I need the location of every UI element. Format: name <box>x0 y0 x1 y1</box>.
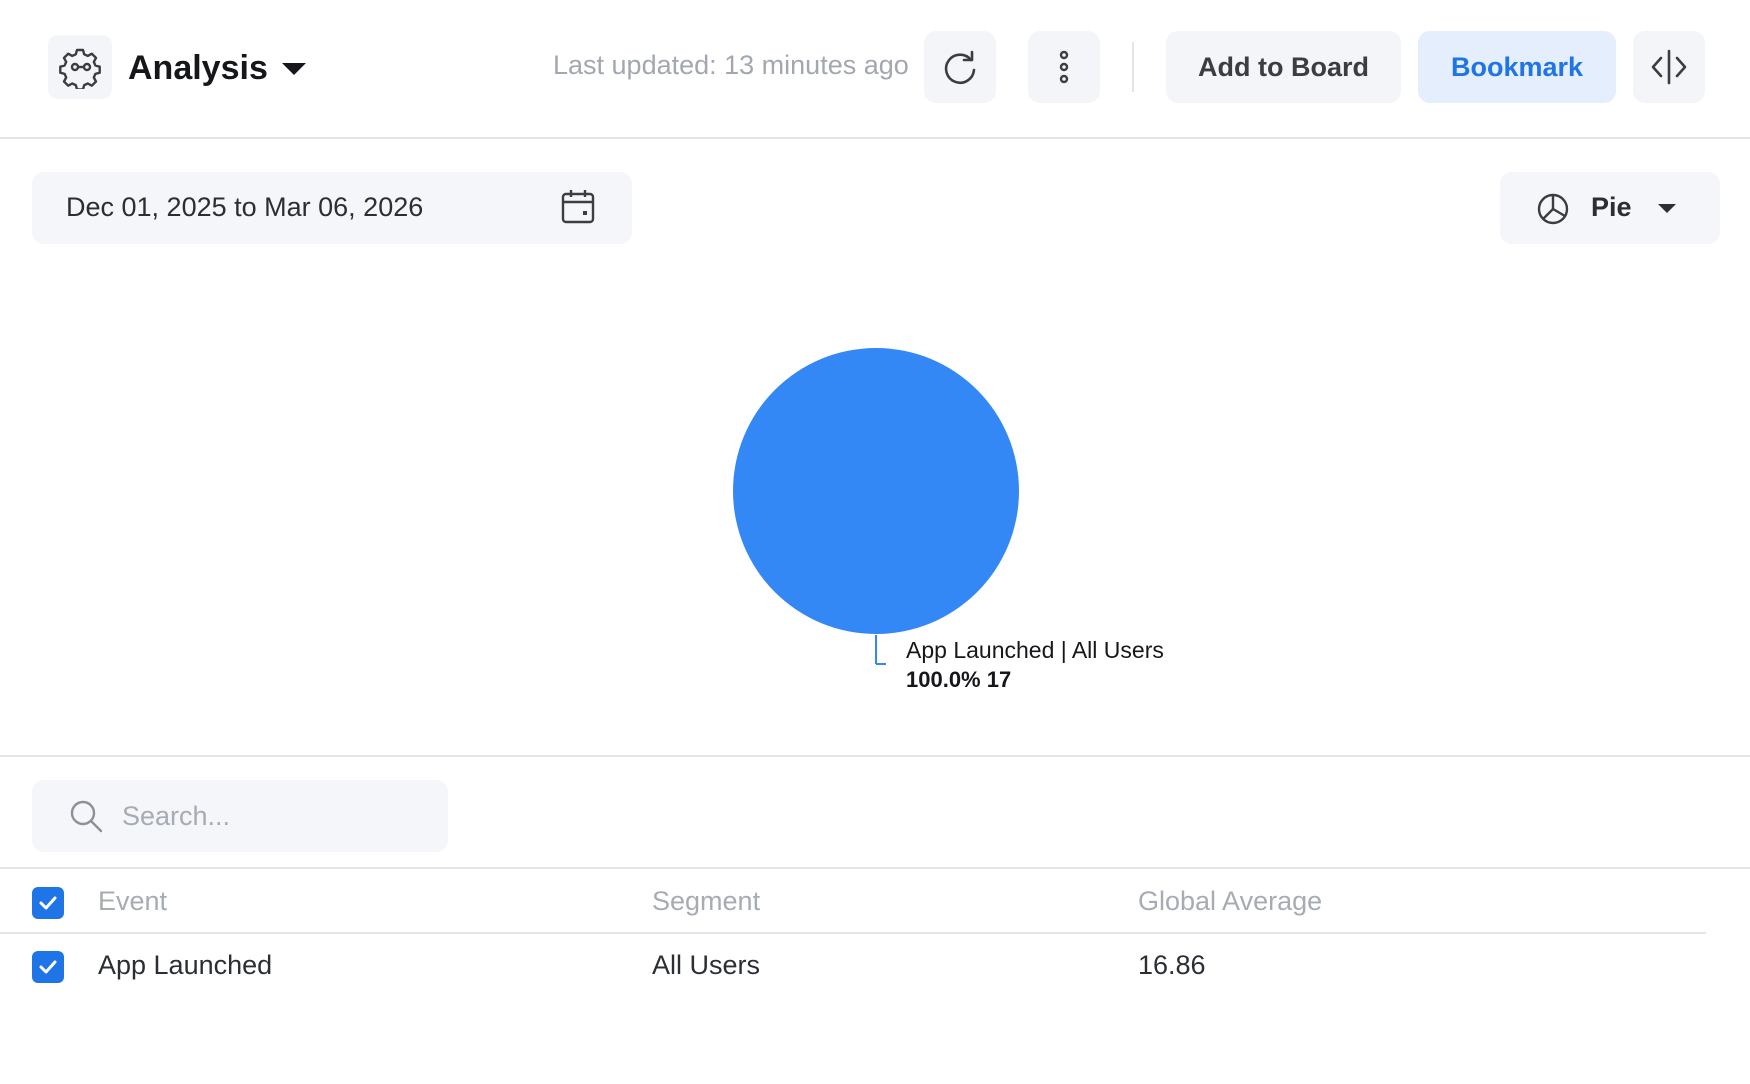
section-divider <box>0 755 1750 757</box>
code-split-icon <box>1651 49 1687 85</box>
add-to-board-button[interactable]: Add to Board <box>1166 31 1401 103</box>
slice-value-label: 100.0% 17 <box>906 667 1011 692</box>
calendar-icon <box>561 190 595 224</box>
row-checkbox[interactable] <box>32 951 64 983</box>
chart-type-select[interactable]: Pie <box>1500 172 1720 244</box>
search-box[interactable] <box>32 780 448 852</box>
header-bar: Analysis Last updated: 13 minutes ago Ad… <box>0 0 1750 139</box>
split-view-button[interactable] <box>1633 31 1705 103</box>
chevron-down-icon <box>1658 204 1676 213</box>
table-top-divider <box>0 867 1750 869</box>
bookmark-button[interactable]: Bookmark <box>1418 31 1616 103</box>
check-icon <box>39 960 57 974</box>
select-all-checkbox[interactable] <box>32 887 64 919</box>
pie-slice[interactable] <box>733 348 1019 634</box>
chart-type-label: Pie <box>1591 192 1632 222</box>
table-row[interactable]: App Launched All Users 16.86 <box>0 934 1706 998</box>
pie-chart: App Launched | All Users 100.0% 17 <box>0 260 1750 754</box>
column-header-global-average[interactable]: Global Average <box>1138 886 1322 917</box>
analysis-title-dropdown[interactable]: Analysis <box>128 44 306 92</box>
column-header-segment[interactable]: Segment <box>652 886 760 917</box>
search-input[interactable] <box>122 792 422 840</box>
slice-label: App Launched | All Users <box>906 637 1164 663</box>
more-vertical-icon <box>1059 50 1069 84</box>
last-updated-text: Last updated: 13 minutes ago <box>553 50 909 80</box>
cell-event: App Launched <box>98 950 273 980</box>
date-range-text: Dec 01, 2025 to Mar 06, 2026 <box>66 192 424 222</box>
settings-flow-button[interactable] <box>48 35 112 99</box>
column-header-event[interactable]: Event <box>98 886 167 917</box>
chevron-down-icon <box>281 63 306 75</box>
refresh-icon <box>944 50 976 85</box>
refresh-button[interactable] <box>924 31 996 103</box>
settings-flow-icon <box>59 48 101 89</box>
page-title: Analysis <box>128 48 268 87</box>
pie-chart-canvas: App Launched | All Users 100.0% 17 <box>733 348 1164 692</box>
cell-global-average: 16.86 <box>1138 950 1206 980</box>
cell-segment: All Users <box>652 950 761 980</box>
pie-chart-icon <box>1537 193 1569 225</box>
header-divider <box>1132 42 1134 92</box>
date-range-picker[interactable]: Dec 01, 2025 to Mar 06, 2026 <box>32 172 632 244</box>
more-options-button[interactable] <box>1028 31 1100 103</box>
table-header-row: Event Segment Global Average <box>0 870 1706 934</box>
search-icon <box>70 800 103 833</box>
check-icon <box>39 896 57 910</box>
